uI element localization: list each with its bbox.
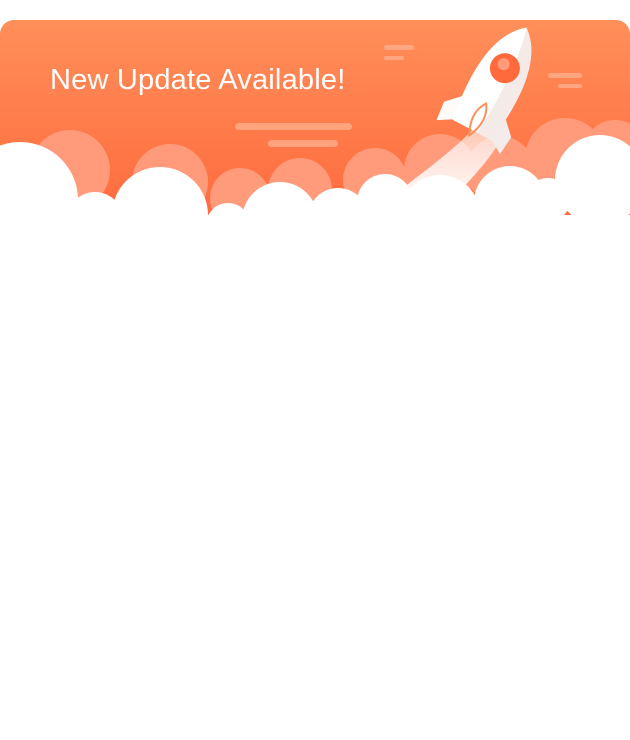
- header-illustration: [0, 20, 630, 250]
- dialog-title: New Update Available!: [50, 64, 346, 96]
- dialog-body: [0, 250, 630, 740]
- update-dialog: New Update Available!: [0, 20, 630, 740]
- dialog-header-banner: New Update Available!: [0, 20, 630, 250]
